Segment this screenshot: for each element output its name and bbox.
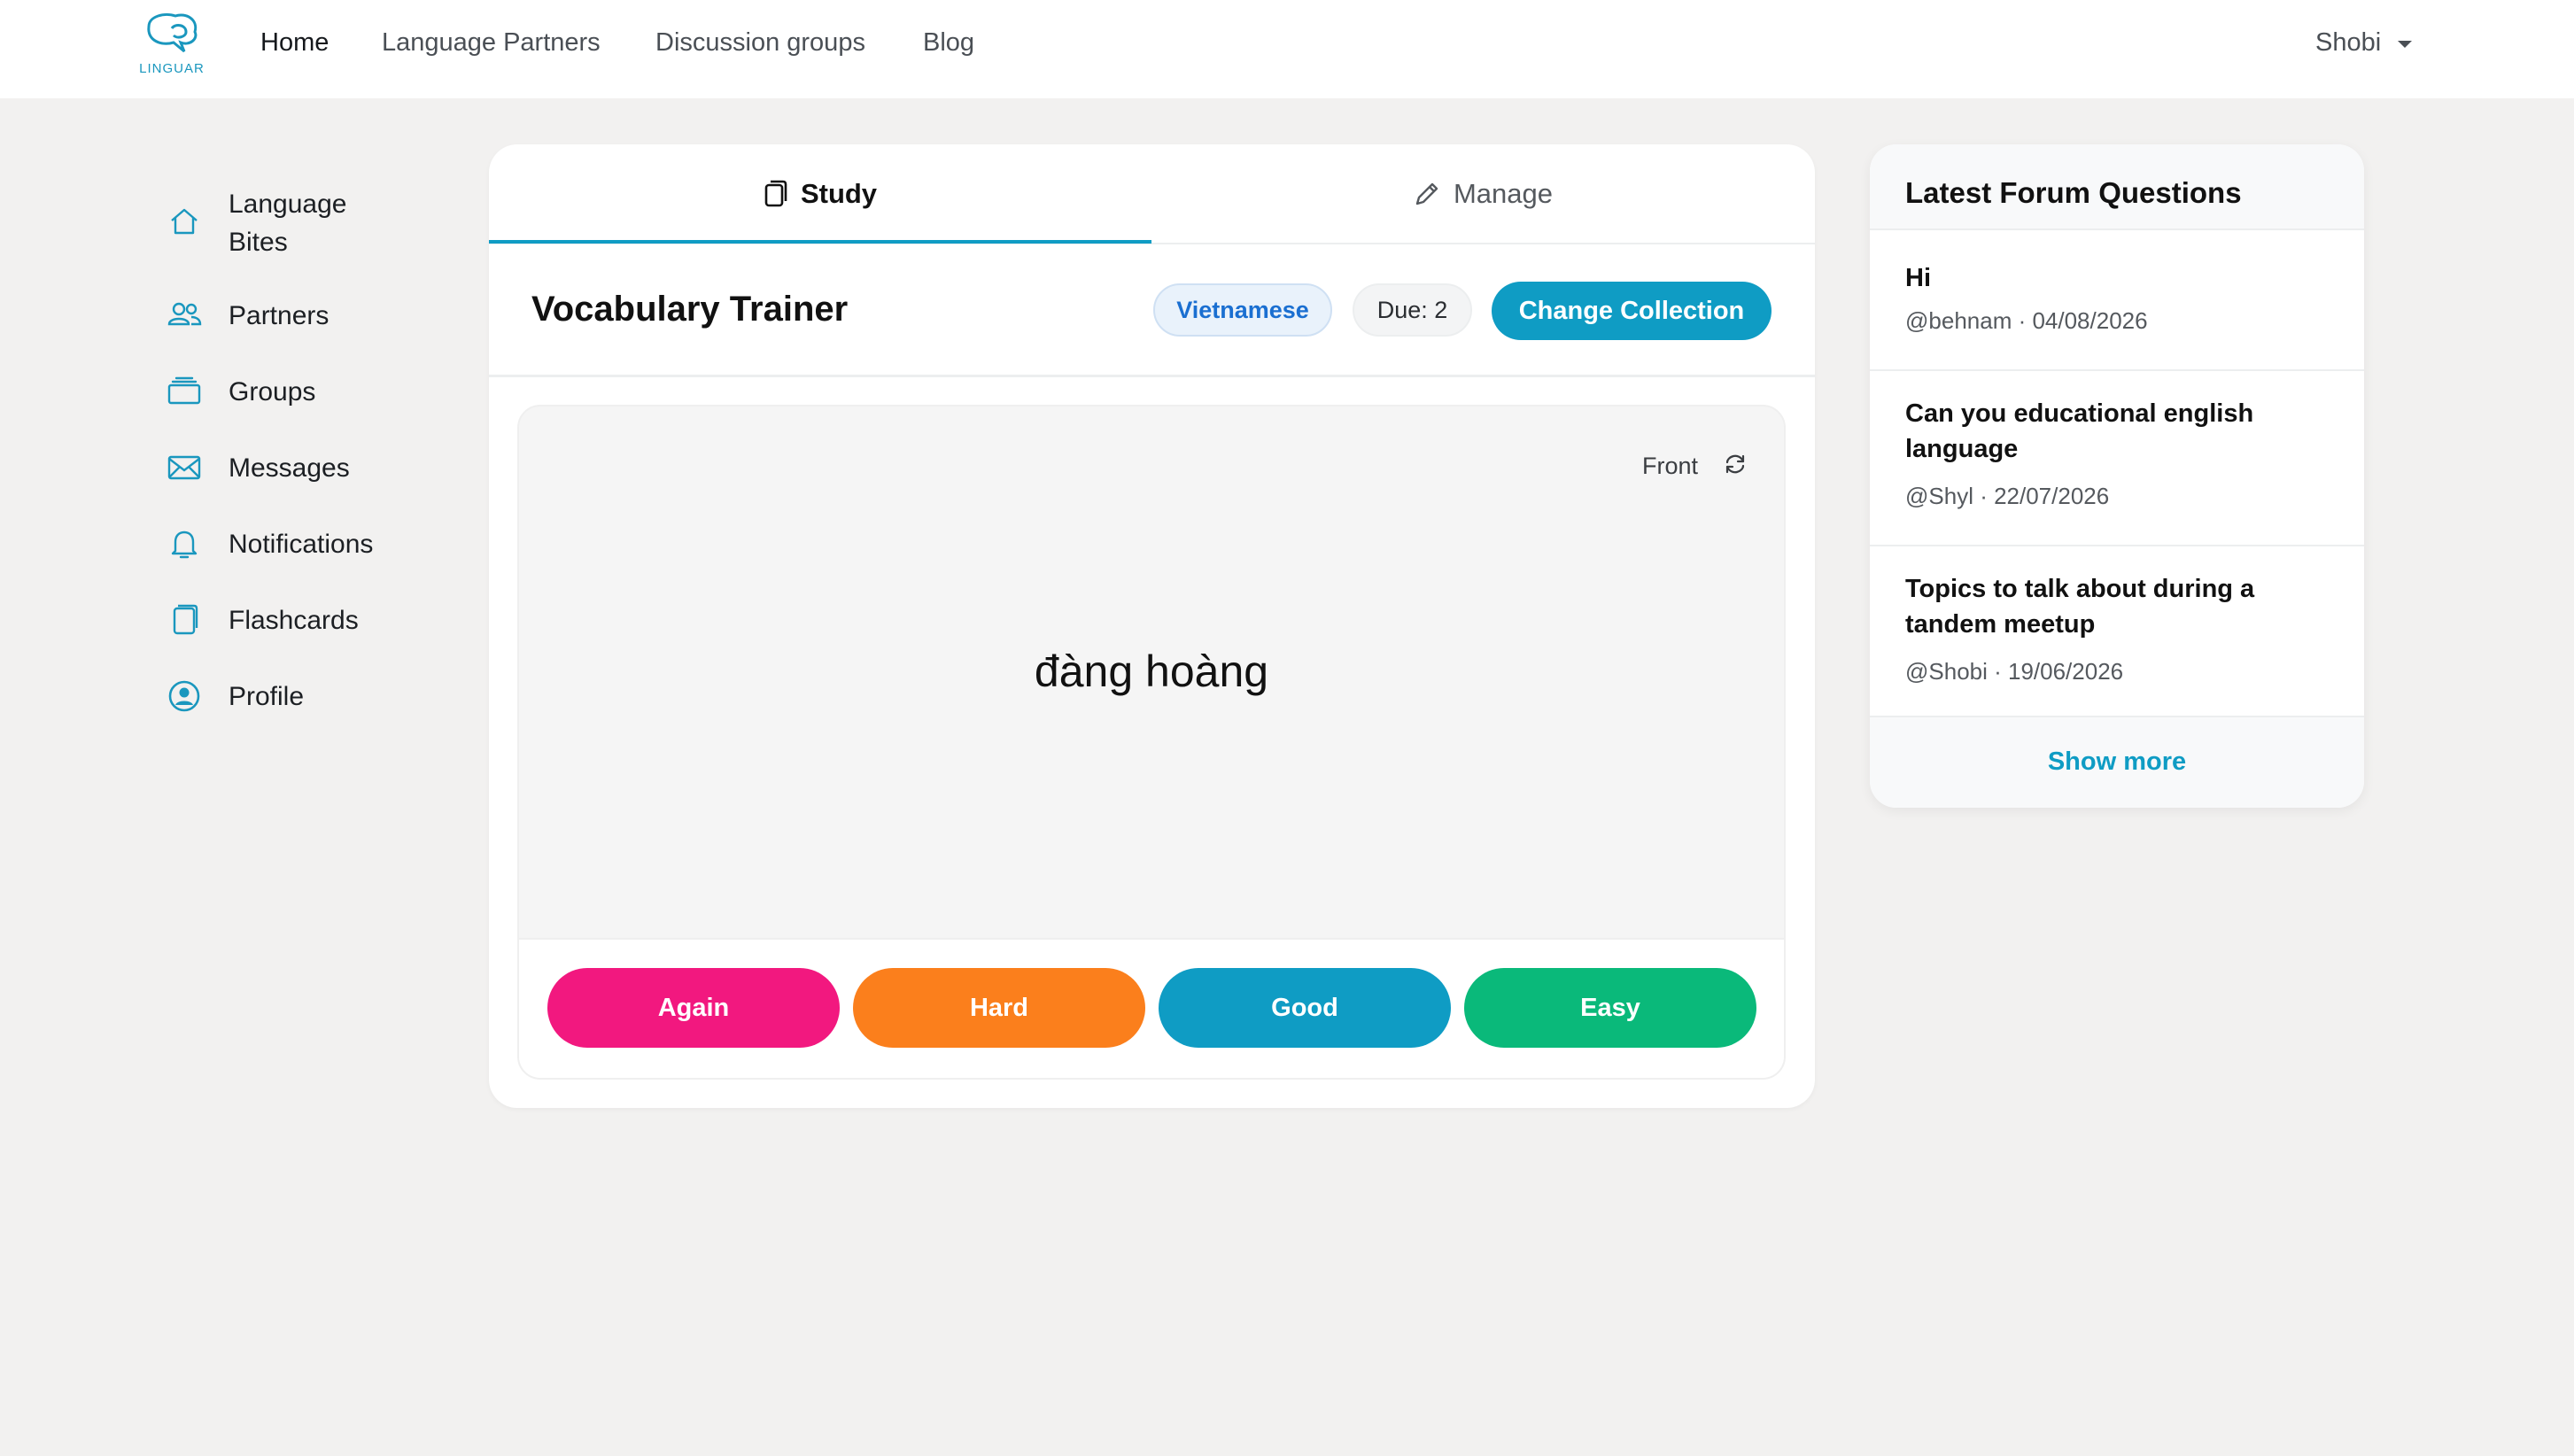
nav-discussion-groups[interactable]: Discussion groups bbox=[655, 28, 865, 58]
refresh-icon bbox=[1725, 454, 1745, 474]
forum-question-meta: @behnam · 04/08/2026 bbox=[1905, 307, 2148, 334]
nav-blog[interactable]: Blog bbox=[923, 28, 974, 58]
nav-home[interactable]: Home bbox=[260, 28, 329, 58]
show-more-link[interactable]: Show more bbox=[1870, 747, 2364, 777]
brand-logo[interactable]: LINGUAR bbox=[135, 9, 209, 80]
bell-icon bbox=[171, 531, 198, 559]
active-tab-indicator bbox=[489, 240, 1151, 244]
tab-manage[interactable]: Manage bbox=[1151, 144, 1814, 243]
pencil-icon bbox=[1415, 182, 1438, 205]
envelope-icon bbox=[167, 455, 201, 480]
good-button[interactable]: Good bbox=[1159, 968, 1451, 1048]
sidebar-item-label: Bites bbox=[229, 228, 288, 257]
sidebar-item-notifications[interactable]: Notifications bbox=[165, 524, 448, 577]
user-menu[interactable]: Shobi bbox=[2315, 28, 2381, 58]
brand-name: LINGUAR bbox=[139, 61, 205, 76]
sidebar-item-label: Flashcards bbox=[229, 606, 359, 635]
forum-question-item[interactable]: Hi @behnam · 04/08/2026 bbox=[1870, 230, 2364, 371]
vocabulary-trainer-card: Study Manage Vocabulary Trainer Vietname… bbox=[489, 144, 1815, 1108]
tab-manage-label: Manage bbox=[1453, 177, 1554, 209]
due-count-badge: Due: 2 bbox=[1353, 283, 1472, 337]
forum-question-title[interactable]: Topics to talk about during a tandem mee… bbox=[1905, 571, 2295, 642]
sidebar-item-label: Partners bbox=[229, 301, 330, 330]
chevron-down-icon[interactable] bbox=[2398, 41, 2412, 48]
tab-study[interactable]: Study bbox=[489, 144, 1151, 243]
stack-icon bbox=[167, 376, 201, 405]
home-icon bbox=[171, 208, 198, 235]
hard-button[interactable]: Hard bbox=[853, 968, 1145, 1048]
sidebar-item-groups[interactable]: Groups bbox=[165, 372, 448, 425]
forum-header: Latest Forum Questions bbox=[1870, 144, 2364, 230]
forum-questions-card: Latest Forum Questions Hi @behnam · 04/0… bbox=[1870, 144, 2364, 808]
sidebar-item-flashcards[interactable]: Flashcards bbox=[165, 600, 448, 654]
header-divider bbox=[489, 375, 1815, 377]
forum-question-title[interactable]: Can you educational english language bbox=[1905, 396, 2295, 467]
sidebar-item-label: Notifications bbox=[229, 530, 374, 559]
page-title: Vocabulary Trainer bbox=[531, 290, 849, 329]
again-button[interactable]: Again bbox=[547, 968, 840, 1048]
tab-study-label: Study bbox=[800, 177, 878, 209]
forum-question-item[interactable]: Topics to talk about during a tandem mee… bbox=[1870, 546, 2364, 717]
forum-title: Latest Forum Questions bbox=[1905, 176, 2242, 209]
top-navbar: LINGUAR Home Language Partners Discussio… bbox=[0, 0, 2574, 98]
change-collection-button[interactable]: Change Collection bbox=[1492, 282, 1772, 340]
users-icon bbox=[167, 302, 202, 326]
flashcard[interactable]: Front đàng hoàng Again Hard Good Easy bbox=[517, 405, 1786, 1080]
sidebar-item-language-bites[interactable]: Language Bites bbox=[165, 186, 448, 266]
sidebar-item-partners[interactable]: Partners bbox=[165, 296, 448, 349]
easy-button[interactable]: Easy bbox=[1464, 968, 1756, 1048]
forum-question-meta: @Shobi · 19/06/2026 bbox=[1905, 658, 2124, 685]
sidebar-item-messages[interactable]: Messages bbox=[165, 448, 448, 501]
sidebar-item-profile[interactable]: Profile bbox=[165, 677, 448, 730]
speech-bubble-logo-icon bbox=[147, 13, 198, 53]
flip-card-button[interactable] bbox=[1711, 440, 1759, 488]
forum-question-meta: @Shyl · 22/07/2026 bbox=[1905, 483, 2110, 509]
forum-question-item[interactable]: Can you educational english language @Sh… bbox=[1870, 371, 2364, 546]
user-circle-icon bbox=[168, 680, 200, 712]
sidebar-item-label: Profile bbox=[229, 682, 305, 711]
flashcard-word: đàng hoàng bbox=[1034, 647, 1269, 696]
language-badge: Vietnamese bbox=[1153, 283, 1332, 337]
cards-icon bbox=[764, 180, 787, 206]
nav-language-partners[interactable]: Language Partners bbox=[382, 28, 601, 58]
forum-footer: Show more bbox=[1870, 717, 2364, 808]
forum-question-title[interactable]: Hi bbox=[1905, 260, 2295, 296]
card-side-label: Front bbox=[1642, 453, 1699, 479]
cards-icon bbox=[173, 604, 198, 635]
sidebar-item-label: Groups bbox=[229, 377, 316, 407]
sidebar-item-label: Messages bbox=[229, 453, 350, 483]
sidebar-item-label: Language bbox=[229, 190, 347, 219]
